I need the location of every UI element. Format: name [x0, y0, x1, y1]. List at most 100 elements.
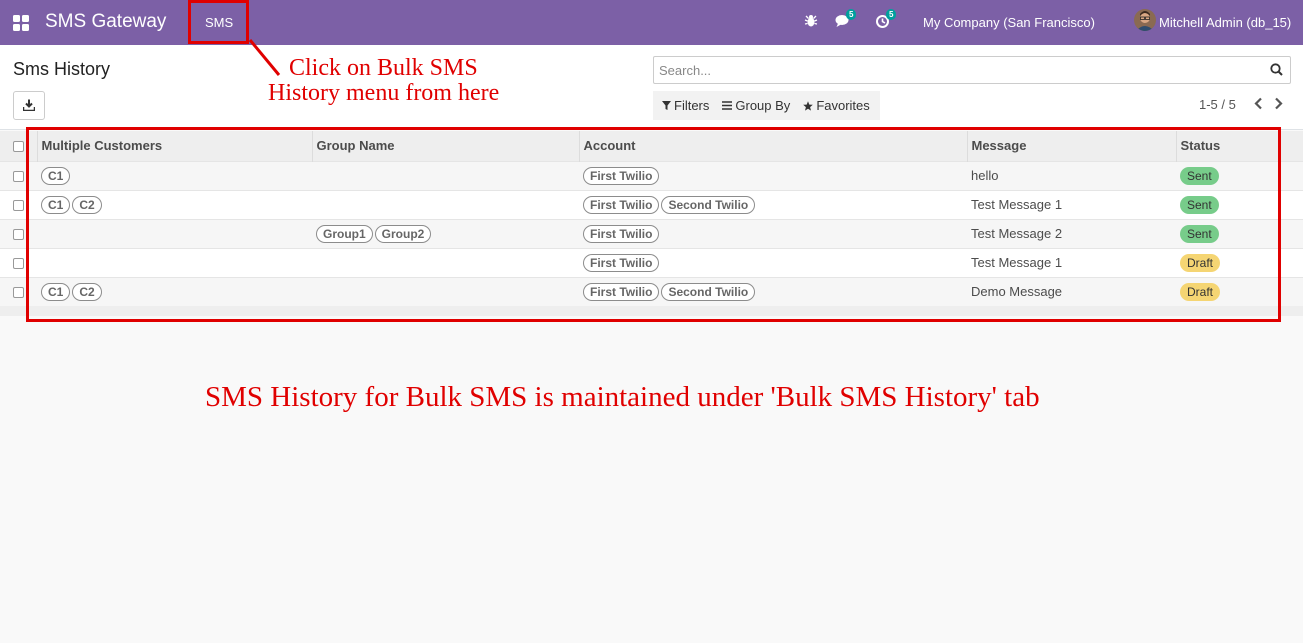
group-name-cell: Group1 Group2 [312, 218, 579, 248]
row-select-cell [0, 189, 37, 219]
row-select-cell [0, 218, 37, 248]
status-cell: Sent [1176, 189, 1303, 219]
clock-icon[interactable]: 5 [875, 9, 897, 32]
table-row[interactable]: First Twilio Test Message 1 Draft [0, 247, 1303, 277]
user-menu[interactable]: Mitchell Admin (db_15) [1159, 15, 1291, 30]
sms-history-list: Multiple Customers Group Name Account Me… [0, 131, 1303, 316]
account-cell: First Twilio [579, 218, 967, 248]
table-header: Multiple Customers Group Name Account Me… [0, 131, 1303, 161]
page-title: Sms History [13, 59, 111, 79]
row-select-cell [0, 247, 37, 277]
group-name-cell [312, 276, 579, 306]
search-bar [653, 56, 1291, 84]
message-cell: hello [967, 160, 1176, 190]
customers-cell [37, 218, 312, 248]
column-header[interactable]: Status [1175, 131, 1303, 161]
message-cell: Test Message 1 [967, 247, 1176, 277]
row-checkbox[interactable] [13, 258, 24, 270]
search-input[interactable] [654, 57, 1254, 83]
download-icon [23, 99, 35, 111]
customers-cell: C1 [37, 160, 312, 190]
row-checkbox[interactable] [13, 287, 24, 299]
row-checkbox[interactable] [13, 200, 24, 212]
account-cell: First Twilio [579, 160, 967, 190]
annotation-text: SMS History for Bulk SMS is maintained u… [205, 381, 1040, 413]
status-cell: Sent [1176, 160, 1303, 190]
annotation-arrow [248, 39, 281, 76]
download-button[interactable] [13, 91, 45, 120]
activities-counter-badge: 5 [886, 9, 897, 20]
search-options: Filters Group By Favorites [653, 91, 880, 120]
bug-icon[interactable] [804, 14, 818, 31]
top-navbar: SMS Gateway SMS 5 5 My Company (San Fran… [0, 0, 1303, 45]
favorites-button[interactable]: Favorites [803, 98, 870, 113]
column-header[interactable]: Multiple Customers [36, 131, 312, 161]
tag-badge: First Twilio [583, 224, 660, 243]
customers-cell: C1 C2 [37, 189, 312, 219]
status-cell: Draft [1176, 247, 1303, 277]
column-header[interactable]: Account [578, 131, 967, 161]
customers-cell: C1 C2 [37, 276, 312, 306]
tag-badge: C1 [41, 282, 71, 301]
tag-badge: C1 [41, 195, 71, 214]
status-cell: Sent [1176, 218, 1303, 248]
tag-badge: First Twilio [583, 253, 660, 272]
tag-badge: C2 [72, 195, 102, 214]
chevron-left-icon[interactable] [1253, 97, 1263, 110]
column-header[interactable]: Group Name [311, 131, 579, 161]
annotation-text: History menu from here [268, 80, 500, 106]
filters-button[interactable]: Filters [662, 98, 709, 113]
star-icon [803, 100, 814, 111]
tag-badge: First Twilio [583, 166, 660, 185]
pager-value[interactable]: 1-5 / 5 [1199, 97, 1236, 112]
tag-badge: C2 [72, 282, 102, 301]
tag-badge: First Twilio [583, 282, 660, 301]
tag-badge: Second Twilio [661, 282, 756, 301]
apps-grid-icon[interactable] [13, 15, 29, 31]
account-cell: First Twilio Second Twilio [579, 276, 967, 306]
tag-badge: Second Twilio [661, 195, 756, 214]
sms-history-table: Multiple Customers Group Name Account Me… [0, 131, 1303, 306]
menu-sms[interactable]: SMS [205, 15, 233, 30]
annotation-text: Click on Bulk SMS [289, 55, 478, 81]
row-select-cell [0, 276, 37, 306]
select-all-cell [0, 131, 37, 161]
group-by-button[interactable]: Group By [722, 98, 790, 113]
select-all-checkbox[interactable] [13, 141, 24, 153]
group-name-cell [312, 189, 579, 219]
customers-cell [37, 247, 312, 277]
status-badge: Draft [1180, 253, 1221, 272]
tag-badge: C1 [41, 166, 71, 185]
group-name-cell [312, 247, 579, 277]
account-cell: First Twilio [579, 247, 967, 277]
tag-badge: First Twilio [583, 195, 660, 214]
user-avatar[interactable] [1134, 9, 1156, 31]
message-cell: Test Message 1 [967, 189, 1176, 219]
table-row[interactable]: Group1 Group2 First Twilio Test Message 2 Se… [0, 218, 1303, 248]
tag-badge: Group2 [374, 224, 432, 243]
status-badge: Draft [1180, 282, 1221, 301]
list-footer [0, 306, 1303, 316]
column-header[interactable]: Message [966, 131, 1176, 161]
chevron-right-icon[interactable] [1274, 97, 1284, 110]
row-checkbox[interactable] [13, 229, 24, 241]
table-row[interactable]: C1 C2 First Twilio Second Twilio Test Messag… [0, 189, 1303, 219]
app-title[interactable]: SMS Gateway [45, 11, 166, 33]
list-icon [722, 101, 733, 110]
control-panel: Sms History Filters Group By Favorites 1… [0, 45, 1303, 130]
table-row[interactable]: C1 C2 First Twilio Second Twilio Demo Messag… [0, 276, 1303, 306]
chat-icon[interactable]: 5 [835, 9, 857, 31]
row-select-cell [0, 160, 37, 190]
table-row[interactable]: C1 First Twilio hello Sent [0, 160, 1303, 190]
message-cell: Test Message 2 [967, 218, 1176, 248]
status-badge: Sent [1180, 224, 1219, 243]
tag-badge: Group1 [316, 224, 373, 243]
status-cell: Draft [1176, 276, 1303, 306]
group-name-cell [312, 160, 579, 190]
message-cell: Demo Message [967, 276, 1176, 306]
account-cell: First Twilio Second Twilio [579, 189, 967, 219]
status-badge: Sent [1180, 166, 1219, 185]
row-checkbox[interactable] [13, 171, 24, 183]
search-icon[interactable] [1270, 63, 1283, 76]
company-switcher[interactable]: My Company (San Francisco) [923, 15, 1095, 30]
